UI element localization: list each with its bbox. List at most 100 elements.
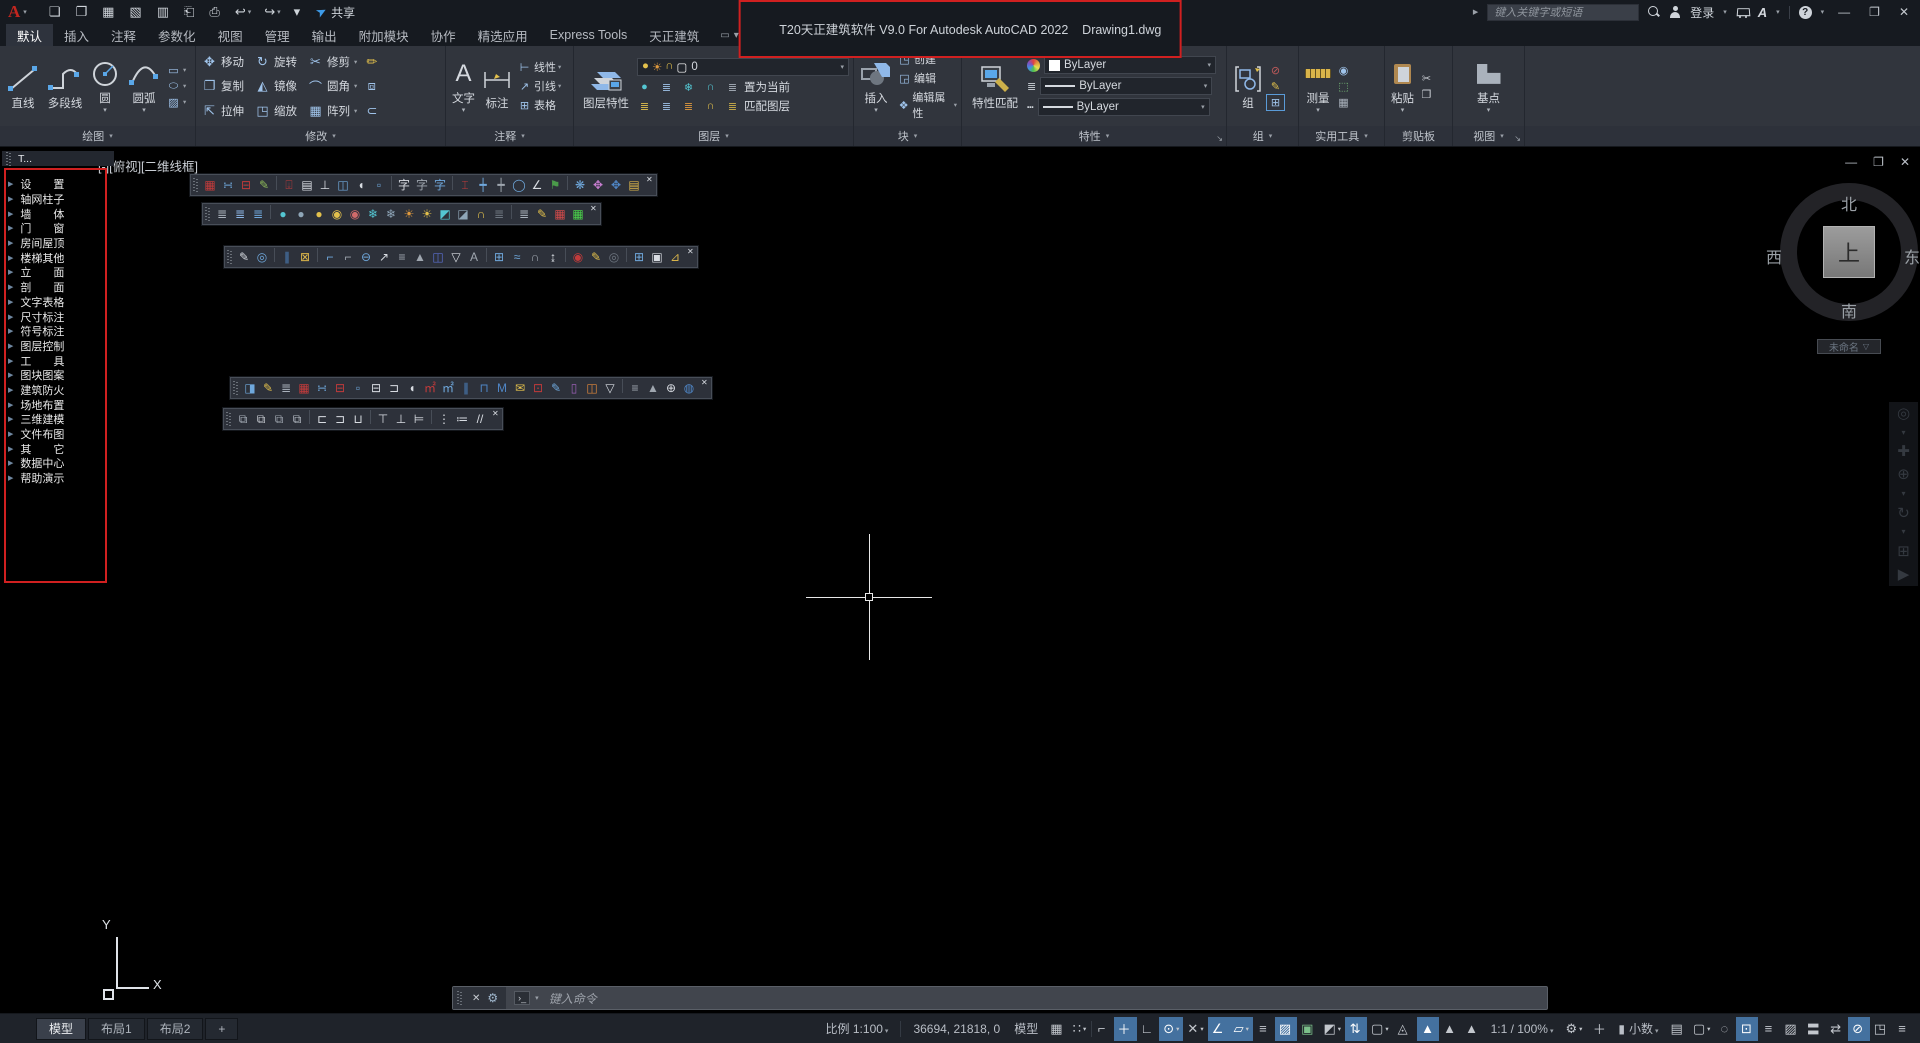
drag-grip-icon[interactable] [233,381,238,395]
status-toggle[interactable]: ◬ [1393,1017,1415,1041]
tianzheng-menu-item[interactable]: ▶ 墙 体 [8,206,104,221]
annotation-toggle[interactable]: ▲ [1439,1017,1461,1041]
toolbar-icon[interactable]: ⊞ [490,248,508,266]
cart-icon[interactable] [1736,7,1749,18]
close-icon[interactable]: ✕ [701,378,708,387]
units-control[interactable]: ▮小数▾ [1612,1020,1664,1037]
status-toggle[interactable]: ▨ [1780,1017,1802,1041]
draw-mini-tool[interactable]: ▭▾ [166,64,186,77]
command-line[interactable]: ✕ ⚙ ›_ ▾ 键入命令 [452,986,1548,1010]
toolbar-icon[interactable]: ▽ [601,379,619,397]
toolbar-icon[interactable]: ✎ [547,379,565,397]
modify-tool[interactable]: ⊂ [364,103,387,119]
ribbon-tab[interactable]: 输出 [301,24,348,46]
status-toggle[interactable]: ▨ [1275,1017,1297,1041]
tianzheng-menu-item[interactable]: ▶ 数据中心 [8,456,104,471]
drag-grip-icon[interactable] [457,991,462,1005]
toolbar-icon[interactable]: ⧉ [288,410,306,428]
toolbar-icon[interactable] [276,176,277,190]
annotate-mini-tool[interactable]: ⊢线性▾ [517,59,561,75]
toolbar-icon[interactable]: ⊥ [392,410,410,428]
status-toggle[interactable]: ⊙▾ [1159,1017,1183,1041]
toolbar-icon[interactable]: ㎡ [439,379,457,397]
match-properties-button[interactable]: 特性匹配 [966,62,1024,111]
scale-control[interactable]: 比例 1:100▾ [820,1020,895,1037]
wrench-icon[interactable]: ⚙ [487,991,498,1005]
toolbar-icon[interactable]: ⍗ [280,176,298,194]
minimize-button[interactable]: — [1833,5,1855,19]
tianzheng-menu-item[interactable]: ▶ 场地布置 [8,397,104,412]
tianzheng-menu-item[interactable]: ▶ 工 具 [8,353,104,368]
tz-toolbar-arrange[interactable]: ⧉⧉⧉⧉⊏⊐⊔⊤⊥⊨⋮≔// ✕ [223,408,503,430]
toolbar-icon[interactable] [486,248,487,262]
status-toggle[interactable]: ≡ [1892,1017,1914,1041]
toolbar-icon[interactable]: ▦ [551,205,569,223]
circle-button[interactable]: 圆 ▾ [88,57,122,115]
paste-button[interactable]: 粘贴 ▾ [1389,57,1416,115]
crosshair-toggle[interactable]: ＋ [1588,1017,1610,1041]
tianzheng-menu-item[interactable]: ▶ 文件布图 [8,427,104,442]
qat-icon[interactable]: ⎙ [209,4,221,20]
toolbar-icon[interactable]: ◎ [605,248,623,266]
tz-toolbar-layers[interactable]: ≣≣≣●●●◉◉❄❄☀☀◩◪∩≣≣✎▦▦ ✕ [202,203,601,225]
toolbar-icon[interactable]: ↗ [375,248,393,266]
toolbar-icon[interactable]: ● [292,205,310,223]
ribbon-tab[interactable]: 精选应用 [467,24,539,46]
modify-tool[interactable]: ◳ 缩放 [255,103,301,119]
toolbar-icon[interactable]: ∺ [313,379,331,397]
block-mini-tool[interactable]: ◲编辑 [897,70,957,86]
settings-gear-button[interactable]: ⚙▾ [1561,1017,1586,1041]
toolbar-icon[interactable]: ▣ [648,248,666,266]
panel-label-layers[interactable]: 图层▾ [574,126,853,146]
toolbar-icon[interactable]: ≔ [453,410,471,428]
ribbon-tab[interactable]: Express Tools [539,24,639,46]
autodesk-app-icon[interactable]: A [1758,5,1767,20]
insert-block-button[interactable]: 插入 ▾ [858,57,894,115]
lineweight-dropdown[interactable]: ByLayer ▾ [1040,77,1212,95]
signin-chevron-icon[interactable]: ▾ [1723,8,1727,16]
tianzheng-menu-item[interactable]: ▶ 符号标注 [8,324,104,339]
toolbar-icon[interactable]: ◯ [510,176,528,194]
arc-button[interactable]: 圆弧 ▾ [125,57,163,115]
tianzheng-menu-item[interactable]: ▶ 帮助演示 [8,471,104,486]
viewcube-top-face[interactable]: 上 [1823,226,1875,278]
layer-select-dropdown[interactable]: ●☀∩▢ 0 ▾ [637,58,849,76]
toolbar-icon[interactable]: ◖ [352,176,370,194]
toolbar-icon[interactable]: ▤ [298,176,316,194]
close-button[interactable]: ✕ [1894,5,1914,19]
polyline-button[interactable]: 多段线 [45,62,85,111]
viewcube-view-name[interactable]: 未命名▽ [1817,339,1881,354]
tianzheng-menu-item[interactable]: ▶ 楼梯其他 [8,250,104,265]
toolbar-icon[interactable]: ▦ [569,205,587,223]
ribbon-display-toggle[interactable]: ▭ ▾ [720,24,738,46]
toolbar-icon[interactable] [370,410,371,424]
qat-icon[interactable]: ❐ [75,4,89,20]
panel-label-view[interactable]: 视图▾↘ [1453,126,1524,146]
line-button[interactable]: 直线 [4,62,42,111]
panel-label-modify[interactable]: 修改▾ [196,126,445,146]
annotation-toggle[interactable]: ▲ [1417,1017,1439,1041]
toolbar-icon[interactable]: ● [310,205,328,223]
toolbar-icon[interactable]: ✎ [533,205,551,223]
toolbar-icon[interactable]: // [471,410,489,428]
modify-tool[interactable]: ❐ 复制 [202,78,248,94]
ribbon-tab[interactable]: 天正建筑 [638,24,710,46]
qat-icon[interactable]: ↩▾ [235,4,251,20]
qat-icon[interactable]: ⎗ [184,4,196,20]
toolbar-icon[interactable]: ∥ [278,248,296,266]
toolbar-icon[interactable]: 字 [413,176,431,194]
ribbon-tab[interactable]: 注释 [100,24,147,46]
navbar-icon[interactable]: ↻ [1897,506,1910,521]
search-expand-icon[interactable]: ▶ [1473,8,1478,16]
toolbar-icon[interactable]: ⊐ [331,410,349,428]
toolbar-icon[interactable] [270,205,271,219]
toolbar-icon[interactable]: ◩ [436,205,454,223]
panel-label-group[interactable]: 组▾ [1227,126,1298,146]
tz-toolbar-common[interactable]: ◨✎≣▦∺⊟▫⊟⊐◖㎡㎡∥⊓M✉⊡✎▯◫▽≡▲⊕◍ ✕ [230,377,712,399]
toolbar-icon[interactable]: ⧉ [252,410,270,428]
viewcube-west[interactable]: 西 [1766,244,1782,268]
toolbar-icon[interactable]: ✎ [255,176,273,194]
toolbar-icon[interactable]: ⌐ [321,248,339,266]
toolbar-icon[interactable]: ▲ [644,379,662,397]
drawing-canvas[interactable]: [-][俯视][二维线框] — ❐ ✕ T... ▶ 设 置 ▶ 轴网柱子 [0,147,1920,1013]
